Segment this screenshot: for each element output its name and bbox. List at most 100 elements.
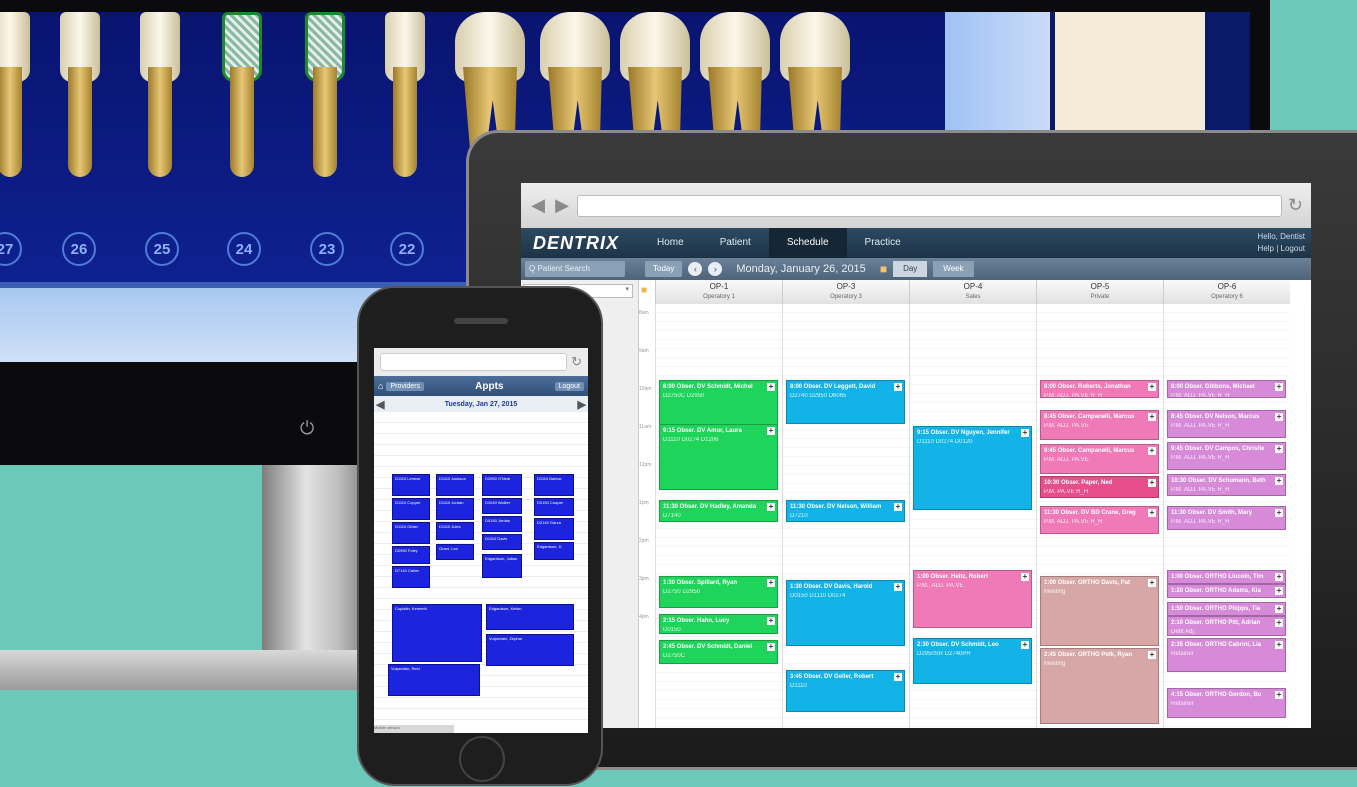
phone-appointment-block[interactable]: Grant, Leo (436, 544, 474, 560)
expand-icon[interactable]: + (767, 643, 775, 651)
url-field[interactable] (577, 194, 1282, 217)
expand-icon[interactable]: + (1275, 477, 1283, 485)
expand-icon[interactable]: + (1148, 383, 1156, 391)
expand-icon[interactable]: + (1275, 605, 1283, 613)
tab-schedule[interactable]: Schedule (768, 228, 847, 258)
expand-icon[interactable]: + (1275, 509, 1283, 517)
tab-patient[interactable]: Patient (702, 228, 769, 258)
appointment-block[interactable]: 1:30 Obser. DV Davis, Harold D0150 D1110 … (786, 580, 905, 646)
appointment-block[interactable]: 2:45 Obser. ORTHO Polk, Ryan Meeting + (1040, 648, 1159, 724)
phone-appointment-block[interactable]: D1040 Walker (482, 498, 522, 514)
expand-icon[interactable]: + (1148, 651, 1156, 659)
phone-home-button[interactable] (459, 736, 505, 782)
tooth-number[interactable]: 27 (0, 232, 22, 266)
expand-icon[interactable]: + (1275, 445, 1283, 453)
appointment-block[interactable]: 9:45 Obser. Campanelli, Marcus P.M. ADJ. … (1040, 444, 1159, 474)
folder-icon[interactable]: ■ (641, 285, 647, 296)
expand-icon[interactable]: + (767, 503, 775, 511)
appointment-block[interactable]: 8:00 Obser. DV Leggett, David D2740 D2950… (786, 380, 905, 424)
appointment-block[interactable]: 1:00 Obser. ORTHO Davis, Pat Meeting + (1040, 576, 1159, 646)
tooth-number[interactable]: 26 (62, 232, 96, 266)
user-greeting[interactable]: Hello, Dentist (1257, 231, 1305, 243)
phone-appointment-block[interactable]: D1110 Barlow (534, 474, 574, 496)
tooth-number[interactable]: 23 (310, 232, 344, 266)
appointment-block[interactable]: 11:30 Obser. DV BD Crane, Greg P.M. ADJ. … (1040, 506, 1159, 534)
providers-button[interactable]: Providers (386, 381, 425, 391)
phone-appointment-block[interactable]: D7140 Carter (392, 566, 430, 588)
expand-icon[interactable]: + (767, 427, 775, 435)
expand-icon[interactable]: + (767, 579, 775, 587)
tab-home[interactable]: Home (639, 228, 702, 258)
appointment-block[interactable]: 1:30 Obser. Spillard, Ryan D2750 D2950 + (659, 576, 778, 608)
today-button[interactable]: Today (645, 261, 683, 277)
expand-icon[interactable]: + (1275, 691, 1283, 699)
appointment-block[interactable]: 2:30 Obser. DV Schmidt, Leo D2950SR D2740… (913, 638, 1032, 684)
expand-icon[interactable]: + (1275, 573, 1283, 581)
appointment-block[interactable]: 2:10 Obser. ORTHO Pitt, Adrian Debt Adj. + (1167, 616, 1286, 636)
appointment-block[interactable]: 8:45 Obser. DV Nelson, Marcus P.M. ADJ. P… (1167, 410, 1286, 438)
appointment-block[interactable]: 1:00 Obser. ORTHO Lincoln, Tim + (1167, 570, 1286, 584)
phone-appointment-block[interactable]: D0150 Jordan (482, 516, 522, 532)
expand-icon[interactable]: + (894, 583, 902, 591)
power-icon[interactable]: ⏻ (300, 418, 314, 439)
tooth-number[interactable]: 25 (145, 232, 179, 266)
phone-appointment-block[interactable]: Edgardson, D (534, 542, 574, 560)
next-day-icon[interactable]: › (708, 262, 723, 276)
expand-icon[interactable]: + (1148, 509, 1156, 517)
expand-icon[interactable]: + (1275, 383, 1283, 391)
dentrix-logo[interactable]: DENTRIX (521, 233, 639, 254)
expand-icon[interactable]: + (1148, 579, 1156, 587)
appointment-block[interactable]: 3:45 Obser. DV Geller, Robert D1110 + (786, 670, 905, 712)
appointment-block[interactable]: 4:15 Obser. ORTHO Gordon, Bo Retainer + (1167, 688, 1286, 718)
phone-appointment-block[interactable]: D1110 Jordan (436, 498, 474, 520)
phone-appointment-block[interactable]: D0150 Cooper (534, 498, 574, 516)
expand-icon[interactable]: + (1148, 447, 1156, 455)
phone-appointment-block[interactable]: Cuplatin, Kenneth (392, 604, 482, 662)
appointment-block[interactable]: 10:30 Obser. DV Schumann, Beth P.M. ADJ. … (1167, 474, 1286, 496)
expand-icon[interactable]: + (1148, 479, 1156, 487)
appointment-block[interactable]: 2:15 Obser. Hahn, Lucy D0150 + (659, 614, 778, 634)
appointment-block[interactable]: 9:45 Obser. DV Campos, Christie P.M. ADJ.… (1167, 442, 1286, 470)
refresh-icon[interactable]: ↻ (1288, 195, 1303, 216)
phone-appointment-block[interactable]: D1110 Lennax (392, 474, 430, 496)
phone-appointment-block[interactable]: Edgardson, Kelvin (486, 604, 574, 630)
logout-button[interactable]: Logout (554, 381, 584, 391)
forward-arrow-icon[interactable]: ▶ (553, 195, 571, 216)
phone-appointment-block[interactable]: Vulpeclain, Zephar (486, 634, 574, 666)
appointment-block[interactable]: 9:15 Obser. DV Amur, Laura D1110 D0274 D1… (659, 424, 778, 490)
expand-icon[interactable]: + (894, 673, 902, 681)
patient-search-input[interactable]: Q Patient Search (525, 261, 625, 277)
view-week-button[interactable]: Week (933, 261, 974, 277)
expand-icon[interactable]: + (767, 383, 775, 391)
help-logout-links[interactable]: Help | Logout (1257, 243, 1305, 255)
tooth-number[interactable]: 24 (227, 232, 261, 266)
expand-icon[interactable]: + (1021, 641, 1029, 649)
phone-appointment-block[interactable]: Vulpeclain, Reid (388, 664, 480, 696)
phone-appointment-block[interactable]: D1110 Jackson (436, 474, 474, 496)
phone-url-field[interactable] (380, 353, 568, 371)
appointment-block[interactable]: 11:30 Obser. DV Hadley, Amanda D7140 + (659, 500, 778, 522)
expand-icon[interactable]: + (1148, 413, 1156, 421)
calendar-icon[interactable]: ■ (880, 262, 887, 276)
expand-icon[interactable]: + (1275, 413, 1283, 421)
appointment-block[interactable]: 8:00 Obser. DV Schmidt, Michel D2750C D29… (659, 380, 778, 426)
expand-icon[interactable]: + (1021, 429, 1029, 437)
prev-day-icon[interactable]: ◀ (376, 398, 384, 411)
back-arrow-icon[interactable]: ◀ (529, 195, 547, 216)
appointment-block[interactable]: 10:30 Obser. Paper, Ned P.M. PA.VE R_H + (1040, 476, 1159, 498)
next-day-icon[interactable]: ▶ (578, 398, 586, 411)
appointment-block[interactable]: 2:35 Obser. ORTHO Cabrini, Lia Retainer + (1167, 638, 1286, 672)
expand-icon[interactable]: + (894, 383, 902, 391)
phone-appointment-block[interactable]: D1110 Davis (482, 534, 522, 550)
expand-icon[interactable]: + (1275, 641, 1283, 649)
appointment-block[interactable]: 8:45 Obser. Campanelli, Marcus P.M. ADJ. … (1040, 410, 1159, 440)
expand-icon[interactable]: + (767, 617, 775, 625)
tooth-number[interactable]: 22 (390, 232, 424, 266)
appointment-block[interactable]: 1:20 Obser. ORTHO Adams, Kia + (1167, 584, 1286, 598)
prev-day-icon[interactable]: ‹ (688, 262, 703, 276)
phone-appointment-block[interactable]: D2140 Garza (534, 518, 574, 540)
appointment-block[interactable]: 1:50 Obser. ORTHO Phipps, Tia + (1167, 602, 1286, 616)
appointment-block[interactable]: 1:00 Obser. Heitz, Robert P.M., ADJ. PA.V… (913, 570, 1032, 628)
phone-appointment-block[interactable]: Edgardson, Julian (482, 554, 522, 578)
appointment-block[interactable]: 9:15 Obser. DV Nguyen, Jennifer D1110 D02… (913, 426, 1032, 510)
